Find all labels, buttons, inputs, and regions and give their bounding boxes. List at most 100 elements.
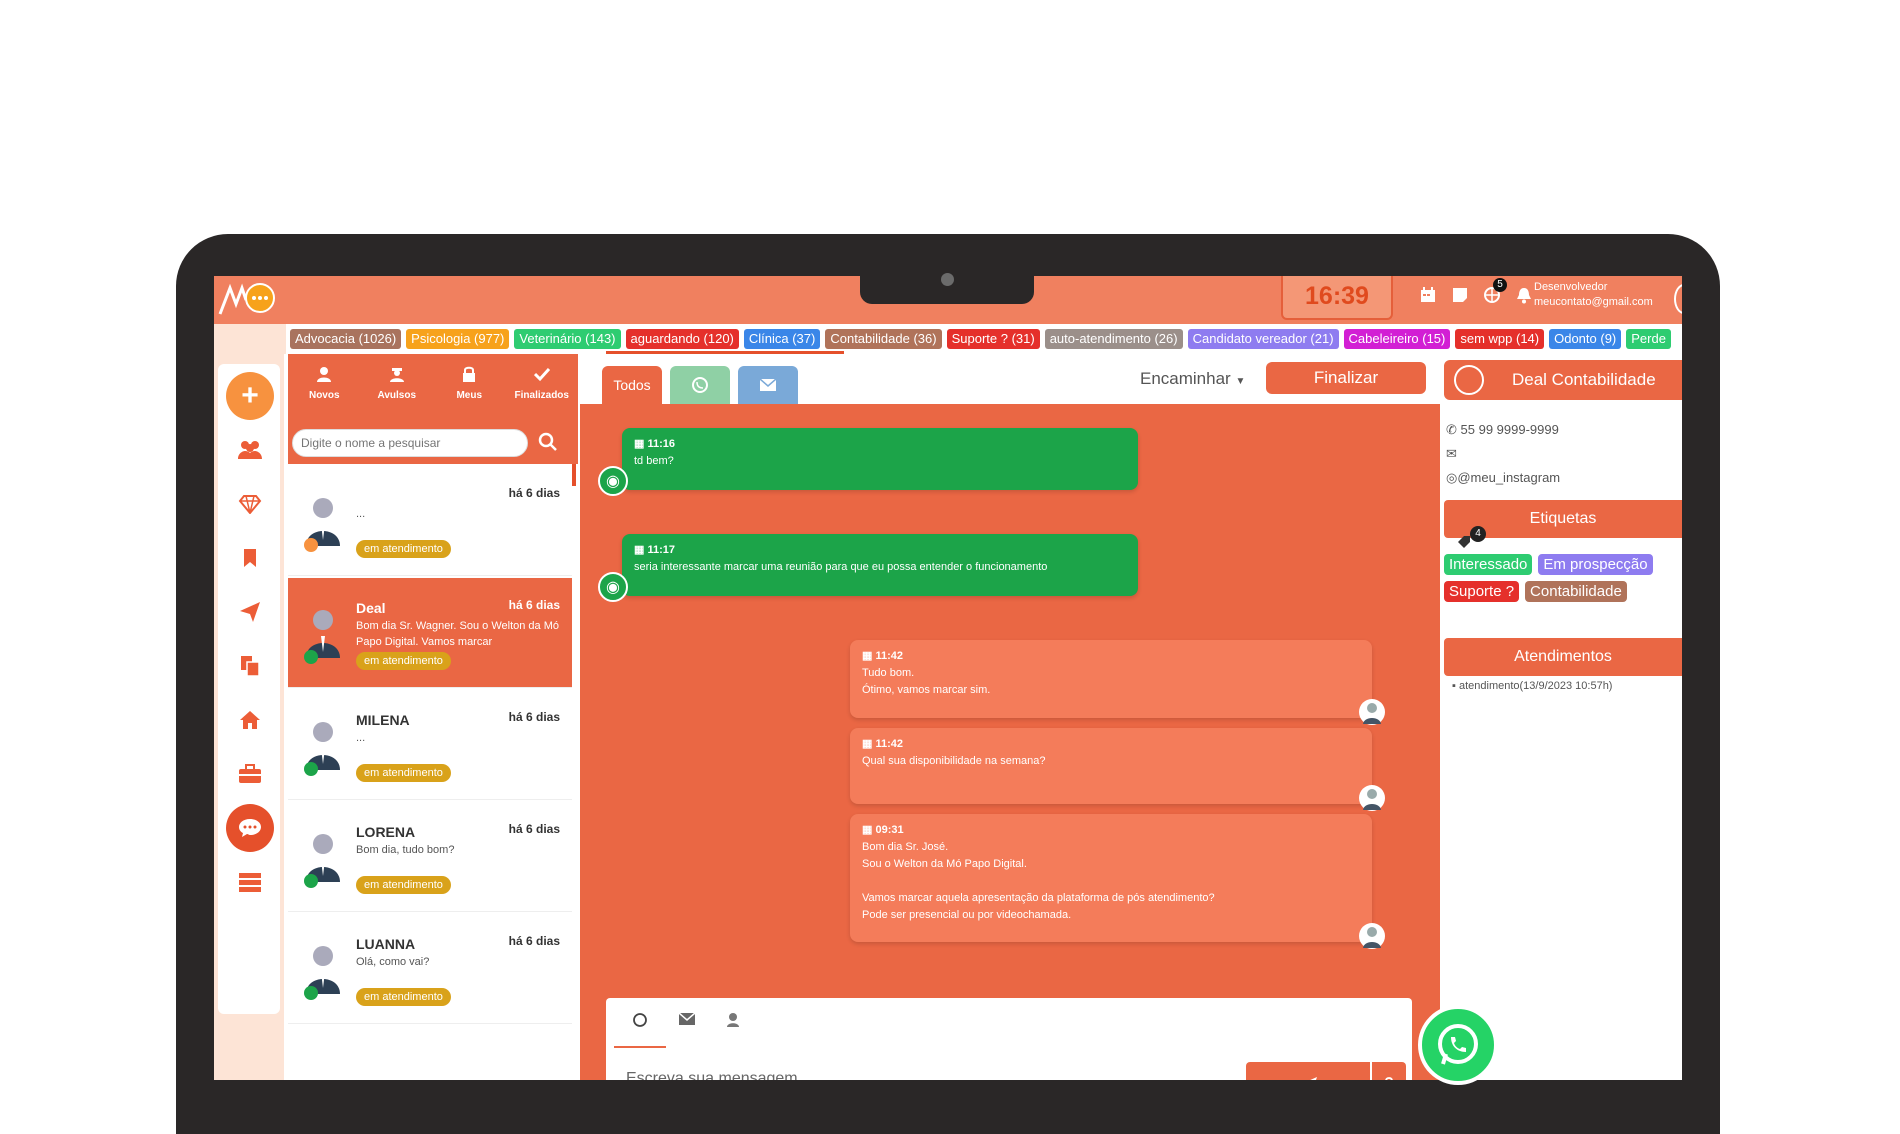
list-scrollbar[interactable] — [572, 464, 576, 486]
conversation-item[interactable]: MILENA há 6 dias... em atendimento — [288, 690, 572, 800]
check-icon — [506, 366, 579, 386]
app-screen: 16:39 5 Desenvolvedor meucontato@gmail.c… — [214, 276, 1682, 1080]
forward-dropdown[interactable]: Encaminhar ▼ — [1140, 369, 1245, 389]
send-button[interactable] — [1246, 1062, 1370, 1080]
user-role: Desenvolvedor — [1534, 281, 1608, 293]
message-composer: Escreva sua mensagem ... — [606, 998, 1412, 1080]
bell-icon[interactable] — [1515, 286, 1533, 304]
agent-avatar — [1359, 785, 1385, 811]
contact-phone: ✆ 55 99 9999-9999 — [1446, 422, 1559, 437]
attendance-entry[interactable]: ▪ atendimento(13/9/2023 10:57h) — [1452, 680, 1612, 692]
contact-avatar — [1454, 365, 1484, 395]
conversation-item[interactable]: LORENA há 6 dias Bom dia, tudo bom? em aten… — [288, 802, 572, 912]
agent-avatar — [1359, 699, 1385, 725]
contact-tag[interactable]: Em prospecção — [1538, 554, 1653, 575]
attach-button[interactable] — [1372, 1062, 1406, 1080]
phone-icon: ✆ — [1446, 422, 1457, 437]
user-email: meucontato@gmail.com — [1534, 296, 1653, 308]
whatsapp-icon[interactable] — [632, 1012, 648, 1028]
search-input[interactable] — [292, 429, 528, 457]
calendar-icon[interactable] — [1419, 286, 1437, 304]
instagram-icon: ◎ — [1446, 470, 1458, 485]
contact-details: Deal Contabilidade ✆ 55 99 9999-9999 ✉ ◎… — [1442, 354, 1682, 1080]
sidebar: + — [214, 354, 284, 1080]
channel-badge — [304, 986, 318, 1000]
message-bubble: ▦ 11:42 Qual sua disponibilidade na sema… — [850, 728, 1372, 804]
contact-tag[interactable]: Suporte ? — [1444, 581, 1520, 602]
send-icon[interactable] — [226, 588, 274, 636]
diamond-icon[interactable] — [226, 480, 274, 528]
tab-all[interactable]: Todos — [602, 366, 662, 404]
paper-plane-icon — [1310, 1077, 1317, 1080]
chat-icon[interactable] — [226, 804, 274, 852]
search-icon[interactable] — [538, 432, 558, 452]
user-avatar[interactable] — [1674, 284, 1682, 314]
message-input[interactable]: Escreva sua mensagem ... — [626, 1070, 815, 1080]
contact-tag[interactable]: Interessado — [1444, 554, 1533, 575]
message-bubble: ▦ 11:17 seria interessante marcar uma re… — [622, 534, 1138, 596]
briefcase-icon[interactable] — [226, 750, 274, 798]
contact-email: ✉ — [1446, 446, 1457, 462]
status-badge: em atendimento — [356, 652, 451, 670]
comments-icon: ▪ — [1452, 680, 1456, 692]
copy-icon[interactable] — [226, 642, 274, 690]
globe-icon[interactable]: 5 — [1483, 278, 1507, 304]
lock-icon — [433, 366, 506, 386]
conversation-item[interactable]: há 6 dias... em atendimento — [288, 466, 572, 576]
filter-novos[interactable]: Novos — [288, 354, 361, 424]
contacts-icon[interactable] — [226, 426, 274, 474]
channel-badge — [304, 874, 318, 888]
conversation-list: NovosAvulsosMeusFinalizados há 6 dias...… — [288, 354, 578, 1080]
tag-filter[interactable]: Cabeleireiro (15) — [1343, 329, 1451, 349]
tag-count-badge: 4 — [1470, 526, 1486, 542]
server-icon[interactable] — [226, 858, 274, 906]
tag-filter[interactable]: Clínica (37) — [743, 329, 821, 349]
home-icon[interactable] — [226, 696, 274, 744]
tag-filter[interactable]: sem wpp (14) — [1455, 329, 1545, 349]
tab-email[interactable] — [738, 366, 798, 404]
tag-filter[interactable]: Suporte ? (31) — [946, 329, 1040, 349]
tag-filter[interactable]: aguardando (120) — [625, 329, 739, 349]
conversation-item[interactable]: LUANNA há 6 dias Olá, como vai? em atendime… — [288, 914, 572, 1024]
note-icon[interactable] — [1451, 286, 1469, 304]
chat-panel: Todos Encaminhar ▼ Finalizar ▦ 11:16 td … — [580, 354, 1440, 1080]
message-bubble: ▦ 09:31 Bom dia Sr. José. Sou o Welton d… — [850, 814, 1372, 942]
tag-filter[interactable]: Veterinário (143) — [514, 329, 621, 349]
status-badge: em atendimento — [356, 540, 451, 558]
envelope-icon[interactable] — [678, 1012, 696, 1026]
contact-instagram: ◎@meu_instagram — [1446, 470, 1561, 485]
user-secret-icon — [361, 366, 434, 386]
tag-filter[interactable]: auto-atendimento (26) — [1044, 329, 1183, 349]
bookmark-icon[interactable] — [226, 534, 274, 582]
tag-filter[interactable]: Odonto (9) — [1549, 329, 1622, 349]
whatsapp-icon — [692, 377, 708, 393]
user-info[interactable]: Desenvolvedor meucontato@gmail.com — [1534, 280, 1653, 310]
tag-filter[interactable]: Contabilidade (36) — [825, 329, 942, 349]
user-secret-icon[interactable] — [726, 1012, 740, 1028]
new-conversation-button[interactable]: + — [226, 372, 274, 420]
tag-filter[interactable]: Advocacia (1026) — [290, 329, 402, 349]
tag-icon: 4 — [1456, 526, 1486, 555]
tag-filter[interactable]: Perde — [1626, 329, 1671, 349]
contact-tag[interactable]: Contabilidade — [1525, 581, 1627, 602]
channel-badge — [304, 650, 318, 664]
envelope-icon — [759, 378, 777, 391]
tag-strip: Advocacia (1026) Psicologia (977) Veteriná… — [290, 329, 1671, 349]
finalize-button[interactable]: Finalizar — [1266, 362, 1426, 394]
message-bubble: ▦ 11:42 Tudo bom. Ótimo, vamos marcar si… — [850, 640, 1372, 718]
whatsapp-float-button[interactable] — [1418, 1005, 1498, 1085]
tag-filter[interactable]: Psicologia (977) — [406, 329, 510, 349]
attendances-section-header: Atendimentos — [1444, 638, 1682, 676]
filter-avulsos[interactable]: Avulsos — [361, 354, 434, 424]
tab-whatsapp[interactable] — [670, 366, 730, 404]
conversation-item[interactable]: Deal há 6 dias Bom dia Sr. Wagner. Sou o W… — [288, 578, 572, 688]
filter-finalizados[interactable]: Finalizados — [506, 354, 579, 424]
notification-badge: 5 — [1493, 278, 1507, 292]
status-badge: em atendimento — [356, 988, 451, 1006]
filter-meus[interactable]: Meus — [433, 354, 506, 424]
agent-avatar — [1359, 923, 1385, 949]
channel-badge — [304, 762, 318, 776]
tag-filter[interactable]: Candidato vereador (21) — [1187, 329, 1339, 349]
envelope-icon: ✉ — [1446, 446, 1457, 461]
webcam — [941, 273, 954, 286]
